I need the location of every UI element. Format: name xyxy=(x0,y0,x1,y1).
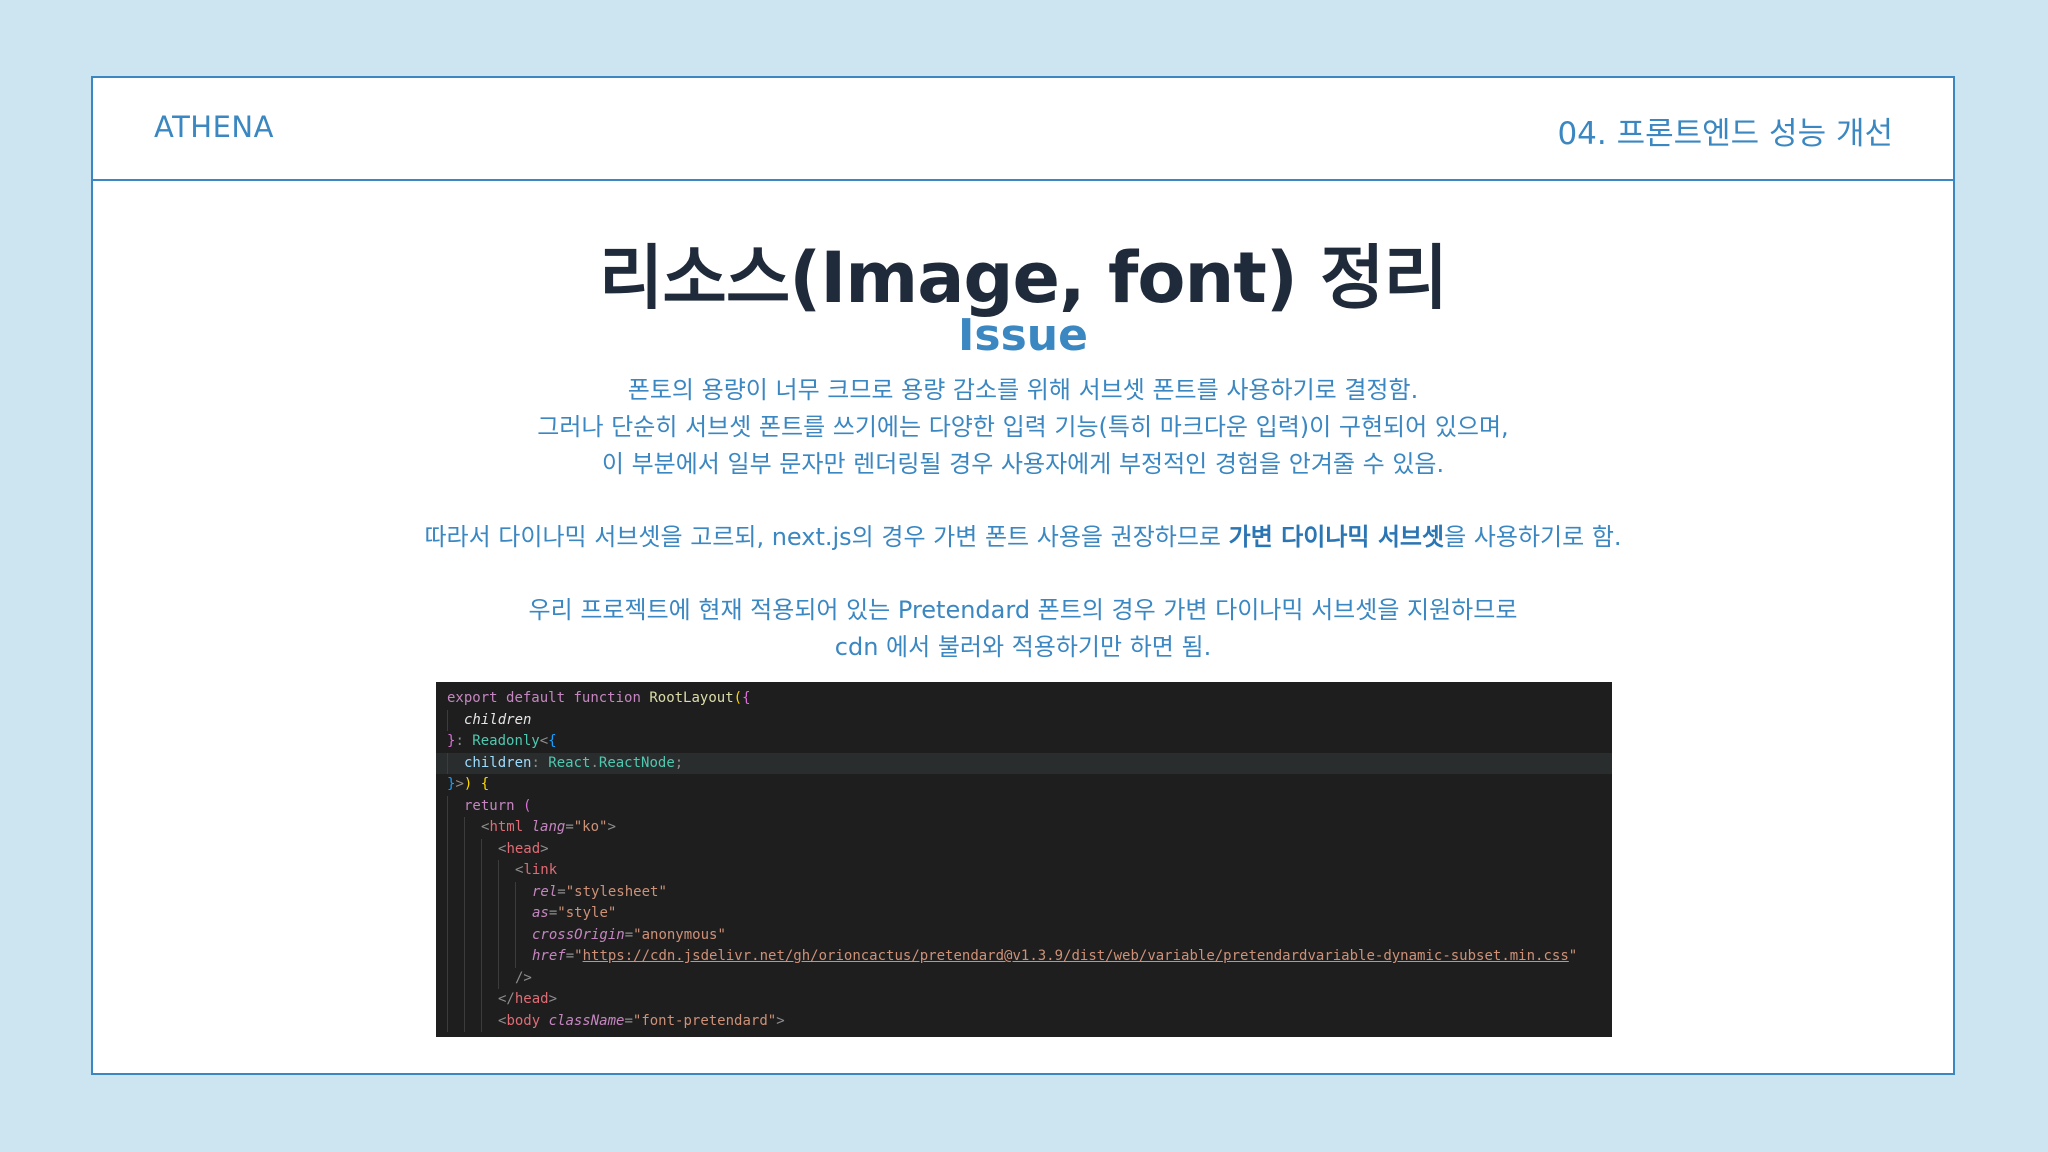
code-line: as="style" xyxy=(436,903,1612,925)
issue-paragraph-1: 폰토의 용량이 너무 크므로 용량 감소를 위해 서브셋 폰트를 사용하기로 결… xyxy=(93,372,1953,483)
code-line: }>) { xyxy=(447,776,490,792)
code-line: <head> xyxy=(436,839,1612,861)
code-token: "stylesheet" xyxy=(565,883,667,900)
code-token: default xyxy=(506,690,566,706)
issue-line: 폰토의 용량이 너무 크므로 용량 감소를 위해 서브셋 폰트를 사용하기로 결… xyxy=(627,376,1419,404)
code-line: children xyxy=(436,710,1612,732)
issue-line: cdn 에서 불러와 적용하기만 하면 됨. xyxy=(834,633,1212,661)
code-line: }: Readonly<{ xyxy=(447,733,557,749)
issue-line: 이 부분에서 일부 문자만 렌더링될 경우 사용자에게 부정적인 경험을 안겨줄… xyxy=(601,450,1445,478)
code-line: href="https://cdn.jsdelivr.net/gh/orionc… xyxy=(436,946,1612,968)
code-line: crossOrigin="anonymous" xyxy=(436,925,1612,947)
code-token: "anonymous" xyxy=(633,926,726,943)
code-token: link xyxy=(523,862,558,878)
code-token: "font-pretendard" xyxy=(632,1012,777,1029)
code-line: /> xyxy=(436,968,1612,990)
code-screenshot: export default function RootLayout({ chi… xyxy=(436,682,1612,1037)
code-token: React xyxy=(548,754,591,771)
code-token: children xyxy=(464,711,532,728)
code-token: function xyxy=(573,690,641,706)
issue-paragraph-3: 우리 프로젝트에 현재 적용되어 있는 Pretendard 폰트의 경우 가변… xyxy=(93,592,1953,666)
paragraph-text: 을 사용하기로 함. xyxy=(1444,523,1622,551)
slide-subtitle: Issue xyxy=(958,310,1088,361)
code-line: children: React.ReactNode; xyxy=(436,752,1612,774)
highlight-text: 가변 다이나믹 서브셋 xyxy=(1228,523,1445,551)
code-token: head xyxy=(514,991,549,1007)
code-line: <body className="font-pretendard"> xyxy=(436,1011,1612,1033)
code-token: lang xyxy=(531,819,566,835)
code-token: head xyxy=(506,840,541,857)
code-token: children xyxy=(464,754,532,771)
code-line: </head> xyxy=(436,989,1612,1011)
code-token: ReactNode xyxy=(598,754,675,771)
code-line: rel="stylesheet" xyxy=(436,882,1612,904)
code-token: className xyxy=(548,1012,625,1029)
code-line: <link xyxy=(436,860,1612,882)
code-token: crossOrigin xyxy=(532,926,625,943)
issue-line: 우리 프로젝트에 현재 적용되어 있는 Pretendard 폰트의 경우 가변… xyxy=(528,596,1518,624)
code-token: as xyxy=(532,905,549,921)
code-token: RootLayout xyxy=(649,690,734,706)
paragraph-text: 따라서 다이나믹 서브셋을 고르되, next.js의 경우 가변 폰트 사용을… xyxy=(424,523,1229,551)
code-token: "ko" xyxy=(573,819,608,835)
brand-label: ATHENA xyxy=(154,110,274,144)
issue-paragraph-2: 따라서 다이나믹 서브셋을 고르되, next.js의 경우 가변 폰트 사용을… xyxy=(93,519,1953,556)
slide-title: 리소스(Image, font) 정리 xyxy=(599,237,1448,319)
slide-header: ATHENA 04. 프론트엔드 성능 개선 xyxy=(93,78,1953,181)
code-token: export xyxy=(447,690,498,706)
code-url: https://cdn.jsdelivr.net/gh/orioncactus/… xyxy=(582,948,1569,964)
code-token: return xyxy=(464,797,515,814)
slide: ATHENA 04. 프론트엔드 성능 개선 리소스(Image, font) … xyxy=(91,76,1955,1075)
code-token: href xyxy=(532,948,566,964)
code-token: "style" xyxy=(557,905,617,921)
code-token: body xyxy=(506,1012,541,1029)
code-line: export default function RootLayout({ xyxy=(447,690,751,706)
section-label: 04. 프론트엔드 성능 개선 xyxy=(1557,116,1893,152)
code-token: rel xyxy=(532,883,558,900)
issue-line: 그러나 단순히 서브셋 폰트를 쓰기에는 다양한 입력 기능(특히 마크다운 입… xyxy=(537,413,1509,441)
code-line: <html lang="ko"> xyxy=(436,817,1612,839)
code-token: Readonly xyxy=(472,733,540,749)
code-line: return ( xyxy=(436,796,1612,818)
code-token: html xyxy=(489,819,524,835)
